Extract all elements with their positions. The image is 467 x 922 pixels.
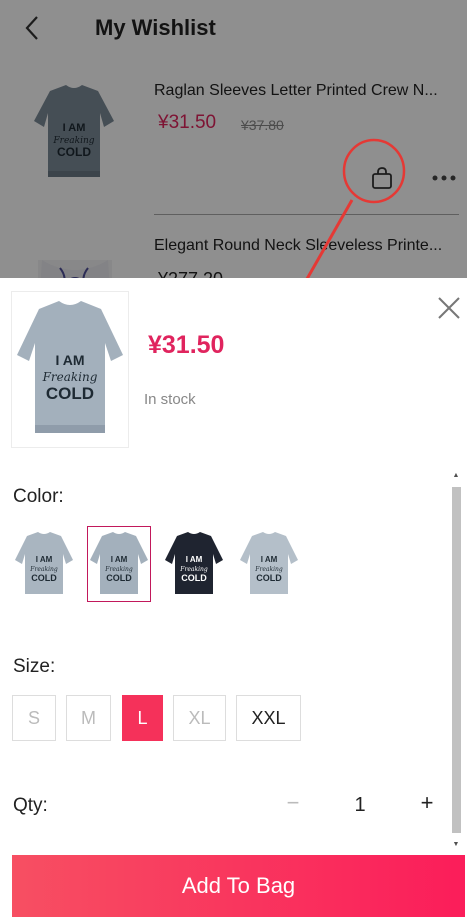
- product-image: I AM Freaking COLD: [11, 291, 129, 448]
- qty-decrease-button[interactable]: −: [283, 790, 303, 820]
- size-option-xxl[interactable]: XXL: [236, 695, 301, 741]
- svg-text:I AM: I AM: [55, 352, 84, 368]
- size-option-s[interactable]: S: [12, 695, 56, 741]
- svg-text:Freaking: Freaking: [179, 566, 208, 573]
- color-swatch-light-gray[interactable]: I AM Freaking COLD: [12, 526, 76, 602]
- scroll-up-arrow-icon[interactable]: ▲: [451, 471, 461, 481]
- svg-text:I AM: I AM: [261, 555, 278, 564]
- size-label: Size:: [13, 656, 56, 677]
- qty-label: Qty:: [13, 795, 48, 816]
- svg-text:Freaking: Freaking: [42, 370, 98, 384]
- svg-text:COLD: COLD: [31, 573, 57, 583]
- svg-text:Freaking: Freaking: [254, 566, 283, 573]
- dim-overlay[interactable]: [0, 0, 467, 278]
- svg-text:I AM: I AM: [111, 555, 128, 564]
- selected-price: ¥31.50: [148, 331, 225, 359]
- scroll-down-arrow-icon[interactable]: ▼: [451, 840, 461, 850]
- stock-status: In stock: [144, 391, 196, 408]
- color-swatch-gray-selected[interactable]: I AM Freaking COLD: [87, 526, 151, 602]
- svg-text:Freaking: Freaking: [29, 566, 58, 573]
- svg-text:I AM: I AM: [36, 555, 53, 564]
- close-icon: [438, 297, 460, 319]
- svg-text:Freaking: Freaking: [104, 566, 133, 573]
- svg-text:COLD: COLD: [106, 573, 132, 583]
- product-options-sheet: I AM Freaking COLD ¥31.50 In stock ▲ ▼ C…: [0, 278, 467, 922]
- close-button[interactable]: [435, 294, 463, 322]
- color-label: Color:: [13, 486, 64, 507]
- size-option-m[interactable]: M: [66, 695, 111, 741]
- add-to-bag-button[interactable]: Add To Bag: [12, 855, 465, 917]
- color-swatch-heather-gray[interactable]: I AM Freaking COLD: [237, 526, 301, 602]
- qty-value[interactable]: 1: [346, 794, 374, 817]
- svg-text:COLD: COLD: [256, 573, 282, 583]
- color-swatch-black[interactable]: I AM Freaking COLD: [162, 526, 226, 602]
- svg-text:COLD: COLD: [181, 573, 207, 583]
- size-option-xl[interactable]: XL: [173, 695, 226, 741]
- scrollbar-thumb[interactable]: [452, 487, 461, 833]
- size-option-l[interactable]: L: [122, 695, 163, 741]
- svg-text:I AM: I AM: [186, 555, 203, 564]
- svg-text:COLD: COLD: [46, 384, 94, 403]
- qty-increase-button[interactable]: +: [415, 790, 439, 820]
